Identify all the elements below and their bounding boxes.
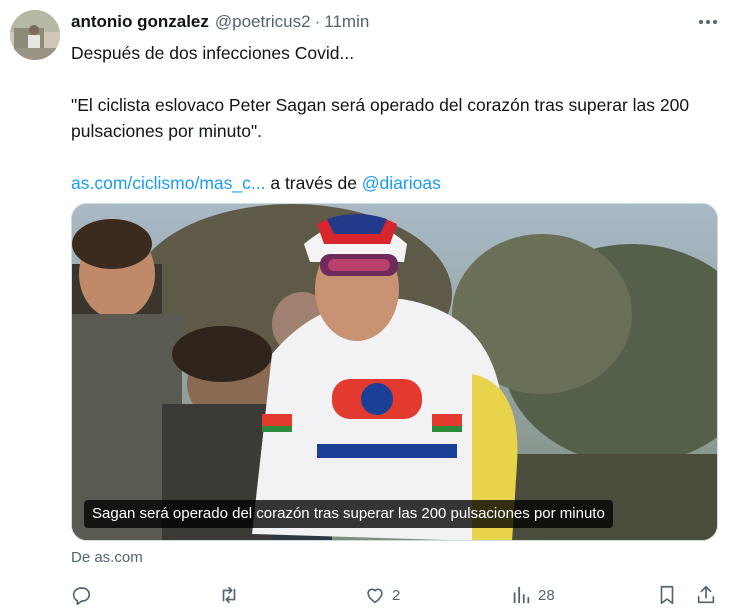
article-photo <box>72 204 717 540</box>
views-count: 28 <box>538 586 555 604</box>
action-bar: 2 28 <box>0 580 738 610</box>
tweet-text-blank-2 <box>71 144 721 170</box>
article-link[interactable]: as.com/ciclismo/mas_c... <box>71 173 265 193</box>
bookmark-button[interactable] <box>656 580 678 610</box>
bookmark-icon <box>660 585 674 605</box>
avatar[interactable] <box>10 10 60 60</box>
more-options-button[interactable] <box>694 10 722 34</box>
tweet-text-blank <box>71 66 721 92</box>
retweet-icon <box>222 586 236 604</box>
avatar-image <box>10 10 60 60</box>
heart-icon <box>367 588 383 604</box>
tweet-header: antonio gonzalez @poetricus2 · 11min <box>71 12 369 34</box>
tweet-link-line: as.com/ciclismo/mas_c... a través de @di… <box>71 170 721 196</box>
via-text: a través de <box>265 173 362 193</box>
like-button[interactable]: 2 <box>364 580 400 610</box>
author-handle[interactable]: @poetricus2 <box>215 12 311 32</box>
reply-icon <box>72 587 91 605</box>
views-button[interactable]: 28 <box>510 580 555 610</box>
reply-button[interactable] <box>70 580 98 610</box>
header-separator: · <box>314 12 321 31</box>
tweet-text-quote: "El ciclista eslovaco Peter Sagan será o… <box>71 95 690 141</box>
link-card-media[interactable]: Sagan será operado del corazón tras supe… <box>71 203 718 541</box>
link-source[interactable]: De as.com <box>71 549 143 566</box>
like-count: 2 <box>392 586 401 604</box>
tweet-text: Después de dos infecciones Covid... "El … <box>71 40 721 196</box>
mention-link[interactable]: @diarioas <box>362 173 441 193</box>
media-caption: Sagan será operado del corazón tras supe… <box>84 500 613 528</box>
views-chart-icon <box>513 586 530 604</box>
author-name[interactable]: antonio gonzalez <box>71 12 209 32</box>
more-horizontal-icon <box>699 20 717 24</box>
retweet-button[interactable] <box>218 580 246 610</box>
share-icon <box>697 585 715 604</box>
timestamp[interactable]: 11min <box>324 12 369 32</box>
tweet-text-line-1: Después de dos infecciones Covid... <box>71 43 355 63</box>
share-button[interactable] <box>695 580 717 610</box>
